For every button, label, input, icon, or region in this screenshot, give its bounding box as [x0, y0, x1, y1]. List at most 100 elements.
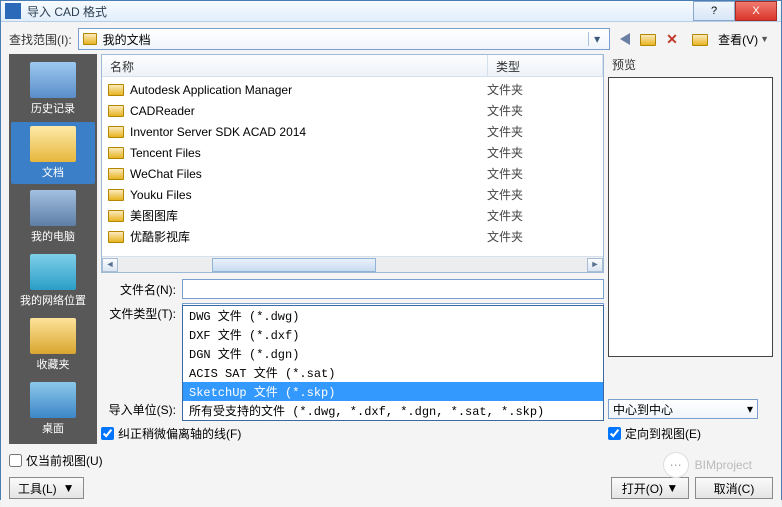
filetype-label: 文件类型(T): — [101, 305, 176, 322]
filetype-option[interactable]: 所有受支持的文件 (*.dwg, *.dxf, *.dgn, *.sat, *.… — [183, 401, 603, 420]
folder-icon — [108, 126, 124, 138]
row-name: Autodesk Application Manager — [130, 83, 487, 97]
file-list: 名称 类型 Autodesk Application Manager文件夹CAD… — [101, 54, 604, 273]
place-label: 桌面 — [42, 420, 64, 436]
chevron-down-icon: ▼ — [63, 481, 75, 495]
chevron-down-icon: ▼ — [666, 481, 678, 495]
back-icon[interactable] — [620, 33, 630, 45]
view-button-label: 查看(V) — [718, 31, 758, 48]
row-type: 文件夹 — [487, 165, 597, 182]
place-item[interactable]: 收藏夹 — [11, 314, 95, 376]
lookin-label: 查找范围(I): — [9, 31, 72, 48]
app-icon — [5, 3, 21, 19]
h-scrollbar[interactable]: ◄ ► — [102, 256, 603, 272]
place-label: 我的网络位置 — [20, 292, 86, 308]
currentview-label: 仅当前视图(U) — [26, 452, 103, 469]
place-label: 收藏夹 — [37, 356, 70, 372]
filetype-option[interactable]: DWG 文件 (*.dwg) — [183, 306, 603, 325]
titlebar: 导入 CAD 格式 ? X — [1, 1, 781, 22]
row-type: 文件夹 — [487, 207, 597, 224]
place-item[interactable]: 文档 — [11, 122, 95, 184]
place-label: 历史记录 — [31, 100, 75, 116]
place-item[interactable]: 历史记录 — [11, 58, 95, 120]
folder-icon — [83, 33, 97, 45]
filetype-option[interactable]: ACIS SAT 文件 (*.sat) — [183, 363, 603, 382]
filetype-dropdown: DWG 文件 (*.dwg)DXF 文件 (*.dxf)DGN 文件 (*.dg… — [182, 305, 604, 421]
row-type: 文件夹 — [487, 228, 597, 245]
scroll-thumb[interactable] — [212, 258, 376, 272]
place-icon — [30, 254, 76, 290]
list-item[interactable]: CADReader文件夹 — [102, 100, 603, 121]
list-item[interactable]: Tencent Files文件夹 — [102, 142, 603, 163]
place-label: 文档 — [42, 164, 64, 180]
placement-select[interactable]: 中心到中心 ▾ — [608, 399, 758, 419]
tools-button[interactable]: 工具(L) ▼ — [9, 477, 84, 499]
folder-icon — [108, 105, 124, 117]
preview-label: 预览 — [608, 54, 773, 75]
up-folder-icon[interactable] — [640, 34, 656, 46]
row-type: 文件夹 — [487, 123, 597, 140]
new-folder-icon[interactable] — [692, 34, 708, 46]
lookin-combo[interactable]: 我的文档 ▾ — [78, 28, 610, 50]
chevron-down-icon: ▾ — [588, 32, 605, 46]
list-body: Autodesk Application Manager文件夹CADReader… — [102, 77, 603, 256]
window-title: 导入 CAD 格式 — [27, 3, 693, 20]
place-item[interactable]: 我的电脑 — [11, 186, 95, 248]
folder-icon — [108, 84, 124, 96]
scroll-left-icon[interactable]: ◄ — [102, 258, 118, 272]
row-name: Youku Files — [130, 188, 487, 202]
lookin-value: 我的文档 — [103, 31, 588, 48]
toolbar: ✕ 查看(V) ▼ — [616, 31, 773, 48]
folder-icon — [108, 210, 124, 222]
orient-label: 定向到视图(E) — [625, 425, 701, 442]
filetype-option[interactable]: DGN 文件 (*.dgn) — [183, 344, 603, 363]
offaxis-checkbox[interactable] — [101, 427, 114, 440]
filename-label: 文件名(N): — [101, 281, 176, 298]
filetype-option[interactable]: DXF 文件 (*.dxf) — [183, 325, 603, 344]
folder-icon — [108, 147, 124, 159]
row-name: Tencent Files — [130, 146, 487, 160]
tools-button-label: 工具(L) — [18, 480, 57, 497]
filetype-option[interactable]: SketchUp 文件 (*.skp) — [183, 382, 603, 401]
col-name[interactable]: 名称 — [102, 55, 488, 76]
row-name: Inventor Server SDK ACAD 2014 — [130, 125, 487, 139]
row-type: 文件夹 — [487, 81, 597, 98]
list-item[interactable]: WeChat Files文件夹 — [102, 163, 603, 184]
offaxis-label: 纠正稍微偏离轴的线(F) — [118, 425, 241, 442]
row-name: CADReader — [130, 104, 487, 118]
view-button[interactable]: 查看(V) ▼ — [718, 31, 769, 48]
list-item[interactable]: Autodesk Application Manager文件夹 — [102, 79, 603, 100]
delete-icon[interactable]: ✕ — [666, 31, 682, 47]
row-type: 文件夹 — [487, 144, 597, 161]
import-cad-dialog: 导入 CAD 格式 ? X 查找范围(I): 我的文档 ▾ ✕ 查看(V) ▼ — [0, 0, 782, 500]
place-icon — [30, 62, 76, 98]
folder-icon — [108, 231, 124, 243]
filename-input[interactable] — [182, 279, 604, 299]
open-button[interactable]: 打开(O) ▼ — [611, 477, 689, 499]
place-icon — [30, 318, 76, 354]
help-button[interactable]: ? — [693, 1, 735, 21]
preview-body — [608, 77, 773, 357]
row-type: 文件夹 — [487, 186, 597, 203]
row-name: WeChat Files — [130, 167, 487, 181]
row-name: 美图图库 — [130, 207, 487, 224]
scroll-right-icon[interactable]: ► — [587, 258, 603, 272]
folder-icon — [108, 168, 124, 180]
list-item[interactable]: Youku Files文件夹 — [102, 184, 603, 205]
col-type[interactable]: 类型 — [488, 55, 603, 76]
folder-icon — [108, 189, 124, 201]
scroll-track[interactable] — [118, 258, 587, 272]
places-bar: 历史记录文档我的电脑我的网络位置收藏夹桌面 — [9, 54, 97, 444]
close-button[interactable]: X — [735, 1, 777, 21]
list-item[interactable]: Inventor Server SDK ACAD 2014文件夹 — [102, 121, 603, 142]
place-icon — [30, 190, 76, 226]
currentview-checkbox[interactable] — [9, 454, 22, 467]
orient-checkbox[interactable] — [608, 427, 621, 440]
list-header: 名称 类型 — [102, 55, 603, 77]
place-item[interactable]: 桌面 — [11, 378, 95, 440]
cancel-button[interactable]: 取消(C) — [695, 477, 773, 499]
list-item[interactable]: 优酷影视库文件夹 — [102, 226, 603, 247]
place-item[interactable]: 我的网络位置 — [11, 250, 95, 312]
list-item[interactable]: 美图图库文件夹 — [102, 205, 603, 226]
chevron-down-icon: ▾ — [747, 402, 753, 416]
